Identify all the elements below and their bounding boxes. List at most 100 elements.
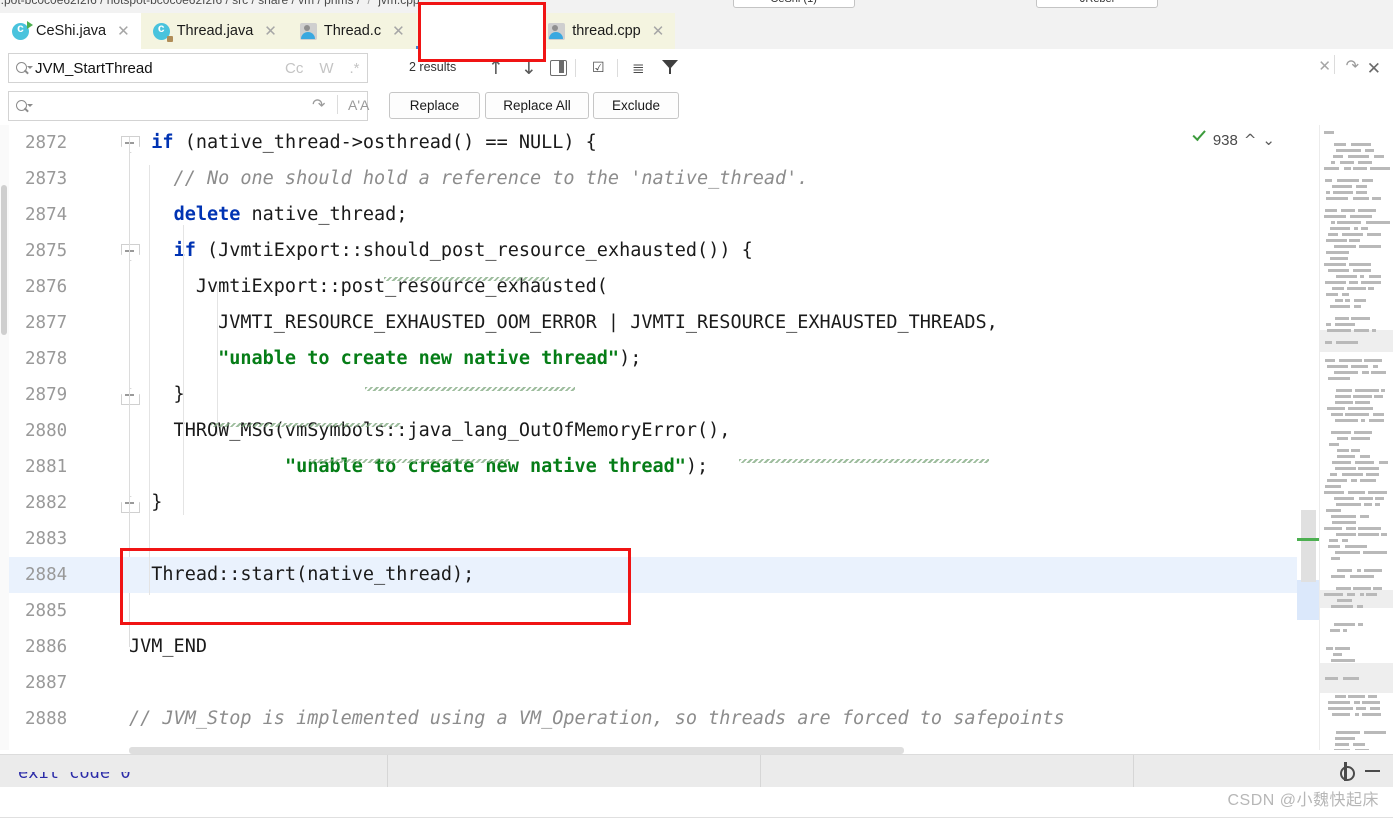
code-minimap[interactable] — [1319, 125, 1393, 750]
gutter-row[interactable]: 2873 — [9, 161, 129, 197]
replace-button[interactable]: Replace — [389, 92, 480, 119]
search-history-icon[interactable]: ↷ — [1346, 56, 1359, 75]
chevron-up-icon[interactable]: ^ — [1244, 131, 1257, 149]
horizontal-scrollbar-thumb[interactable] — [129, 747, 904, 754]
chevron-down-icon[interactable]: ⌄ — [1262, 131, 1275, 149]
code-line[interactable]: // JVM_Stop is implemented using a VM_Op… — [129, 701, 1297, 737]
avatar[interactable] — [1280, 0, 1306, 9]
breadcrumb-item-file[interactable]: jvm.cpp — [378, 0, 419, 7]
gutter-row[interactable]: 2884 — [9, 557, 129, 593]
filter-icon[interactable] — [662, 58, 682, 76]
gutter-row[interactable]: 2876 — [9, 269, 129, 305]
find-previous-icon[interactable]: ↑ — [483, 54, 509, 82]
gutter-row[interactable]: 2872 — [9, 125, 140, 161]
minimize-icon[interactable] — [1191, 0, 1217, 9]
search-everywhere-icon[interactable] — [1251, 0, 1277, 9]
editor-scrollbar[interactable] — [1297, 125, 1320, 750]
gutter-row[interactable]: 2883 — [9, 521, 129, 557]
tab-thread-c[interactable]: Thread.c ✕ — [287, 13, 416, 49]
code-line[interactable]: } — [129, 377, 1297, 413]
code-line[interactable]: THROW_MSG(vmSymbols::java_lang_OutOfMemo… — [129, 413, 1297, 449]
minimap-line — [1325, 281, 1346, 284]
inspection-ok-icon — [1191, 133, 1207, 147]
spellcheck-squiggle — [739, 459, 989, 463]
code-editor[interactable]: 2872 2873 2874 2875 2876 2877 2878 2879 2880 2881… — [0, 125, 1393, 750]
gutter-row[interactable]: 2881 — [9, 449, 129, 485]
run-icon[interactable] — [858, 0, 884, 9]
tab-thread-java[interactable]: Thread.java ✕ — [140, 13, 288, 49]
replace-history-icon[interactable]: ↷ — [312, 95, 325, 114]
gutter-row[interactable]: 2887 — [9, 665, 129, 701]
close-icon[interactable]: ✕ — [513, 22, 526, 37]
code-line[interactable] — [129, 593, 1297, 629]
minimap-line — [1363, 551, 1387, 554]
find-next-icon[interactable]: ↓ — [516, 54, 542, 82]
minimap-line — [1325, 209, 1337, 212]
code-line[interactable]: } — [129, 485, 1297, 521]
close-icon[interactable]: ✕ — [652, 23, 665, 39]
debug-icon[interactable] — [888, 0, 914, 9]
clear-search-icon[interactable]: ✕ — [1318, 57, 1331, 75]
open-in-find-window-icon[interactable] — [549, 59, 569, 77]
jrebel-selector[interactable]: JRebel — [1036, 0, 1158, 8]
whole-words-toggle[interactable]: W — [319, 60, 333, 77]
profile-icon[interactable] — [947, 0, 973, 9]
translate-icon[interactable] — [1221, 0, 1247, 9]
code-content[interactable]: if (native_thread->osthread() == NULL) {… — [129, 125, 1297, 750]
code-line[interactable]: "unable to create new native thread"); — [129, 341, 1297, 377]
breadcrumb[interactable]: ...pot-bc0c0e62f2f6 / hotspot-bc0c0e62f2… — [0, 0, 420, 7]
preserve-case-icon[interactable]: A'A — [348, 97, 369, 113]
gutter-row[interactable]: 2885 — [9, 593, 129, 629]
code-line[interactable]: if (JvmtiExport::should_post_resource_ex… — [129, 233, 1297, 269]
gear-icon[interactable] — [1338, 762, 1355, 781]
code-line[interactable] — [129, 521, 1297, 557]
run-configuration-selector[interactable]: CeShi (1) — [732, 0, 855, 8]
gutter-row[interactable]: 2880 — [9, 413, 129, 449]
gutter-row[interactable]: 2874 — [9, 197, 129, 233]
tab-thread-cpp[interactable]: thread.cpp ✕ — [536, 13, 676, 49]
close-icon[interactable]: ✕ — [264, 23, 277, 39]
gutter-row[interactable]: 2879 — [9, 377, 140, 413]
sort-lines-icon[interactable]: ≣ — [632, 59, 652, 77]
cloud-icon[interactable] — [1162, 0, 1188, 9]
minimap-line — [1326, 323, 1331, 326]
line-number: 2888 — [25, 709, 68, 729]
left-scroll-thumb[interactable] — [1, 185, 7, 335]
gutter-row[interactable]: 2878 — [9, 341, 129, 377]
exclude-button[interactable]: Exclude — [593, 92, 679, 119]
line-number-gutter[interactable]: 2872 2873 2874 2875 2876 2877 2878 2879 2880 2881… — [9, 125, 140, 750]
code-line[interactable]: if (native_thread->osthread() == NULL) { — [129, 125, 1297, 161]
in-selection-icon[interactable]: ☑ — [592, 59, 612, 77]
code-line[interactable]: JVM_END — [129, 629, 1297, 665]
stop-icon[interactable] — [977, 0, 1003, 9]
code-line[interactable]: Thread::start(native_thread); — [129, 557, 1297, 593]
inspection-widget[interactable]: 938 ^ ⌄ — [1191, 131, 1275, 149]
minimap-line — [1369, 275, 1381, 278]
tab-jvm-cpp[interactable]: jvm.cpp ✕ — [415, 13, 537, 49]
regex-toggle[interactable]: .* — [350, 60, 360, 77]
replace-all-button[interactable]: Replace All — [485, 92, 589, 119]
gutter-row[interactable]: 2877 — [9, 305, 129, 341]
tab-ceshi-java[interactable]: CeShi.java ✕ — [0, 13, 141, 49]
code-line[interactable] — [129, 665, 1297, 701]
close-icon[interactable]: ✕ — [117, 23, 130, 39]
attach-icon[interactable] — [1006, 0, 1032, 9]
code-line[interactable]: JvmtiExport::post_resource_exhausted( — [129, 269, 1297, 305]
minimize-icon[interactable] — [1365, 770, 1380, 772]
gutter-row[interactable]: 2888 — [9, 701, 129, 737]
gutter-row[interactable]: 2882 — [9, 485, 140, 521]
code-line[interactable]: JVMTI_RESOURCE_EXHAUSTED_OOM_ERROR | JVM… — [129, 305, 1297, 341]
search-option-toggles: Cc W .* — [285, 53, 360, 83]
code-line[interactable]: // No one should hold a reference to the… — [129, 161, 1297, 197]
gutter-row[interactable]: 2875 — [9, 233, 140, 269]
close-find-bar-icon[interactable]: ✕ — [1367, 59, 1381, 79]
code-line[interactable]: delete native_thread; — [129, 197, 1297, 233]
coverage-icon[interactable] — [918, 0, 944, 9]
minimap-line — [1362, 179, 1373, 182]
gutter-row[interactable]: 2886 — [9, 629, 129, 665]
close-icon[interactable]: ✕ — [392, 23, 405, 39]
scrollbar-thumb[interactable] — [1301, 510, 1316, 582]
match-case-toggle[interactable]: Cc — [285, 60, 303, 77]
run-dropdown-icon[interactable] — [703, 0, 729, 9]
code-line[interactable]: "unable to create new native thread"); — [129, 449, 1297, 485]
